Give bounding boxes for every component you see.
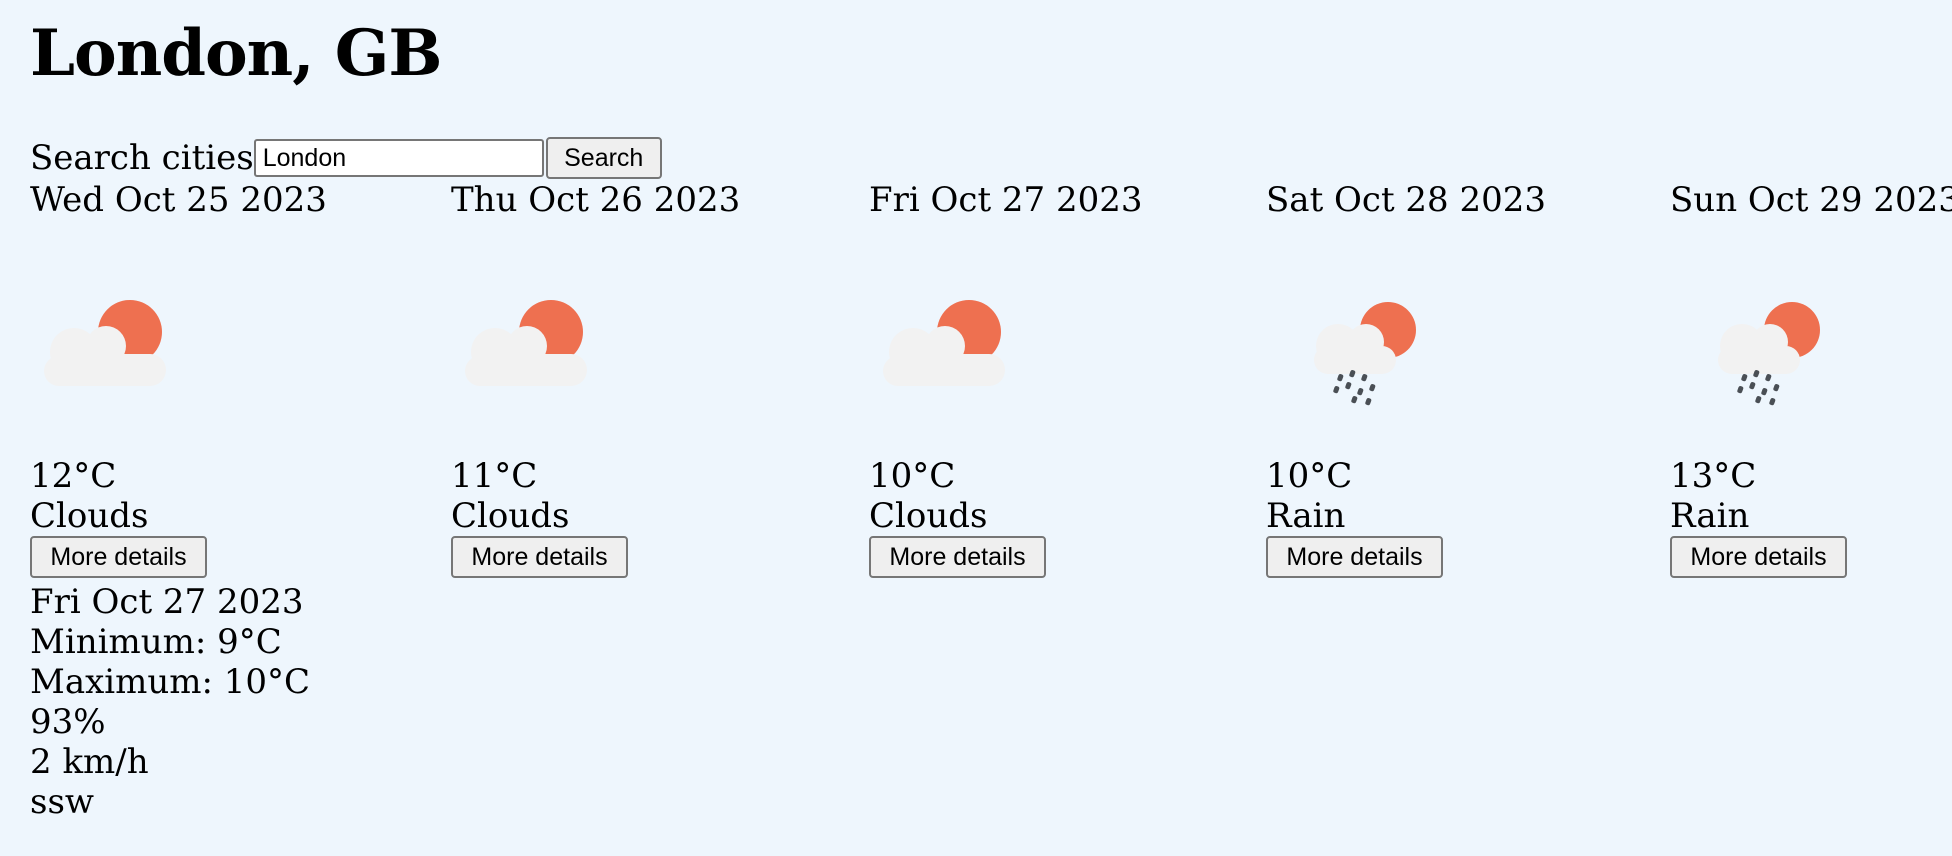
more-details-button[interactable]: More details: [1266, 536, 1443, 578]
details-wind-speed: 2 km/h: [30, 742, 149, 782]
forecast-temp: 11°C: [451, 456, 538, 496]
more-details-button[interactable]: More details: [1670, 536, 1847, 578]
forecast-date: Wed Oct 25 2023: [30, 180, 327, 220]
forecast-temp: 12°C: [30, 456, 117, 496]
partly-cloudy-icon: [465, 300, 587, 386]
forecast-condition: Clouds: [30, 496, 149, 536]
details-humidity: 93%: [30, 702, 106, 742]
details-maximum: Maximum: 10°C: [30, 662, 311, 702]
details-wind-direction: ssw: [30, 782, 94, 822]
partly-cloudy-icon: [883, 300, 1005, 386]
search-bar: Search cities Search: [30, 136, 662, 180]
forecast-date: Fri Oct 27 2023: [869, 180, 1143, 220]
page-title: London, GB: [30, 16, 442, 91]
forecast-temp: 10°C: [1266, 456, 1353, 496]
forecast-date: Sat Oct 28 2023: [1266, 180, 1547, 220]
more-details-button[interactable]: More details: [869, 536, 1046, 578]
forecast-day: Sun Oct 29 2023 13°C Rain More details: [1670, 178, 1952, 578]
search-input[interactable]: [253, 139, 544, 177]
details-panel: Fri Oct 27 2023 Minimum: 9°C Maximum: 10…: [30, 582, 327, 822]
weather-app: London, GB Search cities Search Wed Oct …: [0, 0, 1952, 856]
forecast-day: Sat Oct 28 2023 10°C Rain More details: [1266, 178, 1546, 578]
more-details-button[interactable]: More details: [451, 536, 628, 578]
forecast-day: Thu Oct 26 2023 11°C Clouds More details: [451, 178, 740, 578]
forecast-day: Wed Oct 25 2023 12°C Clouds More details…: [30, 178, 327, 822]
forecast-condition: Clouds: [451, 496, 570, 536]
details-minimum: Minimum: 9°C: [30, 622, 282, 662]
rain-icon: [1718, 302, 1820, 406]
rain-icon: [1314, 302, 1416, 406]
partly-cloudy-icon: [44, 300, 166, 386]
forecast-date: Thu Oct 26 2023: [451, 180, 741, 220]
details-date: Fri Oct 27 2023: [30, 582, 304, 622]
search-label: Search cities: [30, 138, 254, 178]
forecast-date: Sun Oct 29 2023: [1670, 180, 1952, 220]
search-button[interactable]: Search: [545, 137, 662, 179]
forecast-day: Fri Oct 27 2023 10°C Clouds More details: [869, 178, 1143, 578]
forecast-condition: Clouds: [869, 496, 988, 536]
more-details-button[interactable]: More details: [30, 536, 207, 578]
forecast-temp: 10°C: [869, 456, 956, 496]
forecast-condition: Rain: [1266, 496, 1346, 536]
forecast-condition: Rain: [1670, 496, 1750, 536]
forecast-temp: 13°C: [1670, 456, 1757, 496]
